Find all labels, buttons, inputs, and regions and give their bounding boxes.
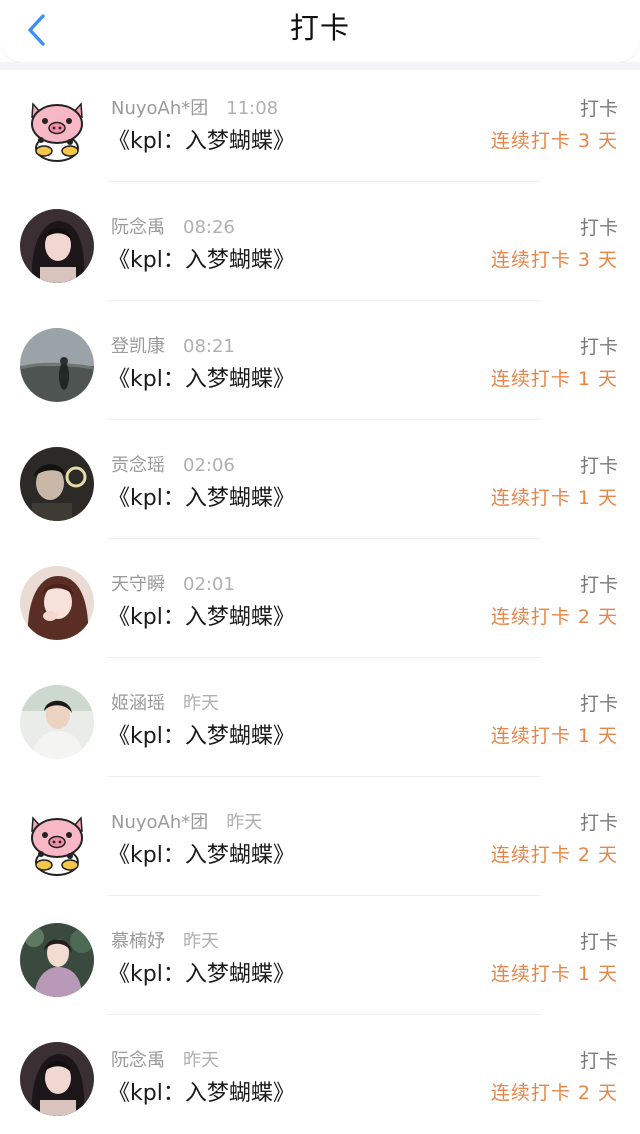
streak-label: 连续打卡 2 天 (490, 1082, 618, 1104)
user-name[interactable]: 天守瞬 (111, 574, 165, 595)
checkin-time: 昨天 (183, 1050, 219, 1071)
checkin-row[interactable]: NuyoAh*团 11:08 《kpl：入梦蝴蝶》 打卡 连续打卡 3 天 (0, 70, 640, 182)
streak-label: 连续打卡 3 天 (490, 130, 618, 152)
book-title[interactable]: 《kpl：入梦蝴蝶》 (108, 956, 295, 988)
user-meta: NuyoAh*团 昨天 (111, 808, 262, 834)
user-meta: 贡念瑶 02:06 (111, 451, 235, 477)
book-title[interactable]: 《kpl：入梦蝴蝶》 (108, 837, 295, 869)
checkin-time: 02:01 (183, 574, 235, 595)
checkin-time: 02:06 (183, 455, 235, 476)
portrait-avatar[interactable] (20, 566, 94, 640)
checkin-row[interactable]: 姬涵瑶 昨天 《kpl：入梦蝴蝶》 打卡 连续打卡 1 天 (0, 658, 640, 777)
streak-label: 连续打卡 2 天 (490, 606, 618, 628)
streak-label: 连续打卡 1 天 (490, 487, 618, 509)
page-title: 打卡 (289, 11, 350, 45)
pig-cartoon-avatar[interactable] (20, 804, 94, 878)
user-meta: NuyoAh*团 11:08 (111, 94, 278, 120)
streak-label: 连续打卡 1 天 (490, 963, 618, 985)
user-meta: 登凯康 08:21 (111, 332, 235, 358)
book-title[interactable]: 《kpl：入梦蝴蝶》 (108, 480, 295, 512)
checkin-time: 08:26 (183, 217, 235, 238)
portrait-avatar[interactable] (20, 447, 94, 521)
book-title[interactable]: 《kpl：入梦蝴蝶》 (108, 718, 295, 750)
checkin-row[interactable]: 阮念禹 08:26 《kpl：入梦蝴蝶》 打卡 连续打卡 3 天 (0, 182, 640, 301)
checkin-row[interactable]: 登凯康 08:21 《kpl：入梦蝴蝶》 打卡 连续打卡 1 天 (0, 301, 640, 420)
checkin-row[interactable]: NuyoAh*团 昨天 《kpl：入梦蝴蝶》 打卡 连续打卡 2 天 (0, 777, 640, 896)
user-name[interactable]: 阮念禹 (111, 1050, 165, 1071)
checkin-row[interactable]: 阮念禹 昨天 《kpl：入梦蝴蝶》 打卡 连续打卡 2 天 (0, 1015, 640, 1134)
user-name[interactable]: 慕楠妤 (111, 931, 165, 952)
checkin-label: 打卡 (579, 574, 618, 596)
portrait-avatar[interactable] (20, 923, 94, 997)
user-name[interactable]: NuyoAh*团 (111, 812, 208, 833)
checkin-label: 打卡 (579, 812, 618, 834)
checkin-list: NuyoAh*团 11:08 《kpl：入梦蝴蝶》 打卡 连续打卡 3 天 阮念禹… (0, 70, 640, 1134)
book-title[interactable]: 《kpl：入梦蝴蝶》 (108, 361, 295, 393)
user-meta: 天守瞬 02:01 (111, 570, 235, 596)
book-title[interactable]: 《kpl：入梦蝴蝶》 (108, 242, 295, 274)
user-name[interactable]: 姬涵瑶 (111, 693, 165, 714)
book-title[interactable]: 《kpl：入梦蝴蝶》 (108, 599, 295, 631)
streak-label: 连续打卡 1 天 (490, 725, 618, 747)
checkin-label: 打卡 (579, 1050, 618, 1072)
checkin-time: 昨天 (183, 931, 219, 952)
book-title[interactable]: 《kpl：入梦蝴蝶》 (108, 1075, 295, 1107)
user-meta: 姬涵瑶 昨天 (111, 689, 219, 715)
book-title[interactable]: 《kpl：入梦蝴蝶》 (108, 123, 295, 155)
checkin-label: 打卡 (579, 217, 618, 239)
checkin-row[interactable]: 天守瞬 02:01 《kpl：入梦蝴蝶》 打卡 连续打卡 2 天 (0, 539, 640, 658)
portrait-avatar[interactable] (20, 1042, 94, 1116)
streak-label: 连续打卡 3 天 (490, 249, 618, 271)
user-name[interactable]: NuyoAh*团 (111, 98, 208, 119)
checkin-label: 打卡 (579, 455, 618, 477)
checkin-label: 打卡 (579, 693, 618, 715)
user-name[interactable]: 阮念禹 (111, 217, 165, 238)
streak-label: 连续打卡 2 天 (490, 844, 618, 866)
user-meta: 阮念禹 昨天 (111, 1046, 219, 1072)
landscape-avatar[interactable] (20, 328, 94, 402)
checkin-time: 11:08 (226, 98, 279, 119)
checkin-time: 昨天 (183, 693, 219, 714)
user-name[interactable]: 登凯康 (111, 336, 165, 357)
checkin-label: 打卡 (579, 98, 618, 120)
checkin-row[interactable]: 慕楠妤 昨天 《kpl：入梦蝴蝶》 打卡 连续打卡 1 天 (0, 896, 640, 1015)
checkin-row[interactable]: 贡念瑶 02:06 《kpl：入梦蝴蝶》 打卡 连续打卡 1 天 (0, 420, 640, 539)
portrait-avatar[interactable] (20, 209, 94, 283)
user-name[interactable]: 贡念瑶 (111, 455, 165, 476)
header-separator (0, 62, 640, 70)
top-nav-bar: 打卡 (0, 0, 640, 62)
checkin-label: 打卡 (579, 336, 618, 358)
pig-cartoon-avatar[interactable] (20, 90, 94, 164)
checkin-label: 打卡 (579, 931, 618, 953)
checkin-time: 昨天 (226, 812, 263, 833)
streak-label: 连续打卡 1 天 (490, 368, 618, 390)
user-meta: 慕楠妤 昨天 (111, 927, 219, 953)
portrait-avatar[interactable] (20, 685, 94, 759)
checkin-time: 08:21 (183, 336, 235, 357)
user-meta: 阮念禹 08:26 (111, 213, 235, 239)
